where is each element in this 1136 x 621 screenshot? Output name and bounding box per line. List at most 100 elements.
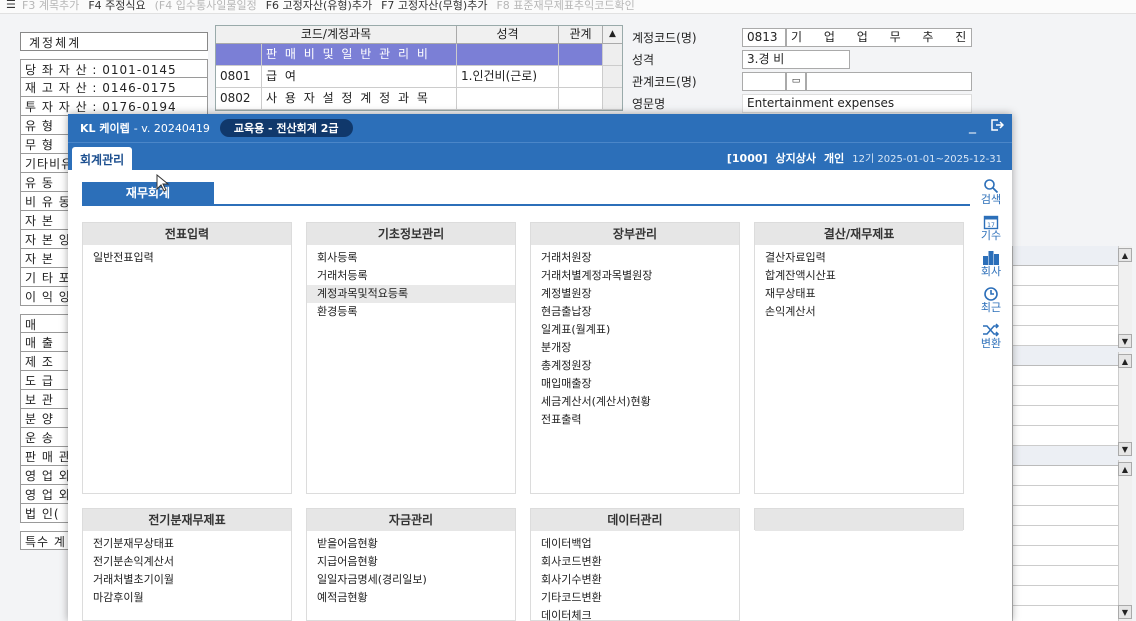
menu-item[interactable]: 지급어음현황 xyxy=(307,553,515,571)
code-label: 계정코드(명) xyxy=(632,30,697,45)
menu-item[interactable]: 기타코드변환 xyxy=(531,589,739,607)
toolbar-item[interactable]: F3 계목추가 xyxy=(22,0,79,12)
menu-item[interactable]: 일계표(월계표) xyxy=(531,321,739,339)
menu-panel-title: 전표입력 xyxy=(83,223,291,245)
menu-item[interactable]: 매입매출장 xyxy=(531,375,739,393)
toolbar-item[interactable]: F8 표준재무제표추익코드확인 xyxy=(496,0,634,12)
menu-item[interactable]: 받을어음현황 xyxy=(307,535,515,553)
side-button-clock[interactable]: 최근 xyxy=(970,286,1012,314)
menu-item[interactable]: 일일자금명세(경리일보) xyxy=(307,571,515,589)
side-button-label: 회사 xyxy=(980,265,1002,278)
table-header: 코드/계정과목 성격 관계 ▲ xyxy=(216,26,622,44)
scrollbar[interactable] xyxy=(603,44,622,65)
menu-item[interactable]: 현금출납장 xyxy=(531,303,739,321)
menu-item[interactable]: 회사코드변환 xyxy=(531,553,739,571)
tab-accounting-management[interactable]: 회계관리 xyxy=(72,147,133,171)
toolbar-item[interactable]: F4 주정식요 xyxy=(88,0,145,12)
menu-item[interactable]: 결산자료입력 xyxy=(755,249,963,267)
col-header-relation: 관계 xyxy=(559,26,603,43)
side-button-search[interactable]: 검색 xyxy=(970,178,1012,206)
menu-item[interactable]: 총계정원장 xyxy=(531,357,739,375)
menu-item[interactable]: 전표출력 xyxy=(531,411,739,429)
menu-item[interactable]: 계정별원장 xyxy=(531,285,739,303)
account-category-row[interactable]: 재 고 자 산 : 0146-0175 xyxy=(20,78,208,97)
menu-item[interactable]: 회사기수변환 xyxy=(531,571,739,589)
menu-item[interactable]: 거래처원장 xyxy=(531,249,739,267)
menu-item[interactable]: 거래처별초기이월 xyxy=(83,571,291,589)
minimize-icon[interactable]: _ xyxy=(969,118,976,136)
account-name-input[interactable]: 기 업 업 무 추 진 비 xyxy=(786,27,972,47)
toolbar-item[interactable]: (F4 입수통사일물일정 xyxy=(155,0,257,12)
company-name: 상지상사 xyxy=(775,152,817,165)
scrollbar[interactable] xyxy=(603,88,622,109)
menu-item[interactable]: 회사등록 xyxy=(307,249,515,267)
nature-input[interactable]: 3.경 비 xyxy=(742,49,850,69)
menu-item[interactable]: 마감후이월 xyxy=(83,589,291,607)
account-system-header: 계정체계 xyxy=(20,32,208,51)
menu-item[interactable]: 전기분재무상태표 xyxy=(83,535,291,553)
app-logo: KL 케이렙 xyxy=(80,122,130,135)
menu-icon[interactable]: ☰ xyxy=(6,0,16,11)
scrollbar[interactable] xyxy=(603,66,622,87)
tab-financial-accounting[interactable]: 재무회계 xyxy=(82,182,214,204)
menu-item[interactable]: 재무상태표 xyxy=(755,285,963,303)
relation-name-input[interactable] xyxy=(806,71,972,91)
menu-item[interactable]: 계정과목및적요등록 xyxy=(307,285,515,303)
company-info[interactable]: [1000] 상지상사 개인 12기 2025-01-01~2025-12-31 xyxy=(727,150,1002,166)
side-button-calendar[interactable]: 17 기수 xyxy=(970,214,1012,242)
menu-item[interactable]: 세금계산서(계산서)현황 xyxy=(531,393,739,411)
relation-code-input[interactable] xyxy=(742,71,786,91)
menu-item[interactable]: 거래처등록 xyxy=(307,267,515,285)
building-icon xyxy=(970,250,1012,266)
english-name-label: 영문명 xyxy=(632,96,666,111)
mouse-cursor-icon xyxy=(156,174,170,192)
table-cell-nature xyxy=(457,44,559,65)
table-cell-name: 급 여 xyxy=(262,66,457,87)
table-cell-code: 0801 xyxy=(216,66,262,87)
toolbar-item[interactable]: F6 고정자산(유형)추가 xyxy=(266,0,372,12)
table-row[interactable]: 판 매 비 및 일 반 관 리 비 xyxy=(216,44,622,66)
table-cell-rel xyxy=(559,88,603,109)
side-button-label: 최근 xyxy=(980,301,1002,314)
code-input[interactable]: 0813 xyxy=(742,27,786,47)
menu-item[interactable]: 전기분손익계산서 xyxy=(83,553,291,571)
relation-code-label: 관계코드(명) xyxy=(632,74,697,89)
table-row[interactable]: 0801 급 여 1.인건비(근로) xyxy=(216,66,622,88)
menu-panel-prior-statements: 전기분재무제표전기분재무상태표 전기분손익계산서 거래처별초기이월 마감후이월 xyxy=(82,508,292,621)
lookup-icon[interactable]: ▭ xyxy=(786,71,806,91)
menu-item[interactable]: 예적금현황 xyxy=(307,589,515,607)
scroll-up-icon[interactable]: ▲ xyxy=(1118,354,1132,368)
side-button-label: 변환 xyxy=(980,337,1002,350)
menu-panel-ledger: 장부관리 거래처원장 거래처별계정과목별원장 계정별원장 현금출납장 일계표(월계표) 분개… xyxy=(530,222,740,494)
menu-panel-title: 결산/재무제표 xyxy=(755,223,963,245)
menu-item[interactable]: 데이터백업 xyxy=(531,535,739,553)
english-name-input[interactable]: Entertainment expenses xyxy=(742,93,972,113)
side-button-building[interactable]: 회사 xyxy=(970,250,1012,278)
background-right-grid: ▲ ▼ ▲ ▼ ▲ ▼ xyxy=(1012,246,1132,621)
side-button-label: 기수 xyxy=(980,229,1002,242)
scroll-down-icon[interactable]: ▼ xyxy=(1118,605,1132,619)
scroll-up-icon[interactable]: ▲ xyxy=(1118,248,1132,262)
window-titlebar[interactable]: KL 케이렙 - v. 20240419 교육용 - 전산회계 2급 _ xyxy=(68,114,1012,142)
table-row[interactable]: 0802 사 용 자 설 정 계 정 과 목 xyxy=(216,88,622,110)
scroll-down-icon[interactable]: ▼ xyxy=(1118,334,1132,348)
scroll-up-icon[interactable]: ▲ xyxy=(1118,462,1132,476)
account-category-row[interactable]: 당 좌 자 산 : 0101-0145 xyxy=(20,59,208,78)
toolbar-item[interactable]: F7 고정자산(무형)추가 xyxy=(381,0,487,12)
app-version: - v. 20240419 xyxy=(133,121,210,135)
menu-item[interactable]: 거래처별계정과목별원장 xyxy=(531,267,739,285)
menu-item[interactable]: 분개장 xyxy=(531,339,739,357)
menu-item[interactable]: 데이터체크 xyxy=(531,607,739,621)
logout-icon[interactable] xyxy=(990,118,1005,136)
side-button-shuffle[interactable]: 변환 xyxy=(970,322,1012,350)
scroll-up-icon[interactable]: ▲ xyxy=(603,26,622,43)
scroll-down-icon[interactable]: ▼ xyxy=(1118,442,1132,456)
menu-panel-basic-info: 기초정보관리 회사등록 거래처등록 계정과목및적요등록 환경등록 xyxy=(306,222,516,494)
scrollbar[interactable] xyxy=(1118,460,1132,621)
menu-panel-title: 전기분재무제표 xyxy=(83,509,291,531)
clock-icon xyxy=(970,286,1012,302)
menu-item[interactable]: 일반전표입력 xyxy=(83,249,291,267)
menu-item[interactable]: 손익계산서 xyxy=(755,303,963,321)
menu-item[interactable]: 환경등록 xyxy=(307,303,515,321)
menu-item[interactable]: 합계잔액시산표 xyxy=(755,267,963,285)
